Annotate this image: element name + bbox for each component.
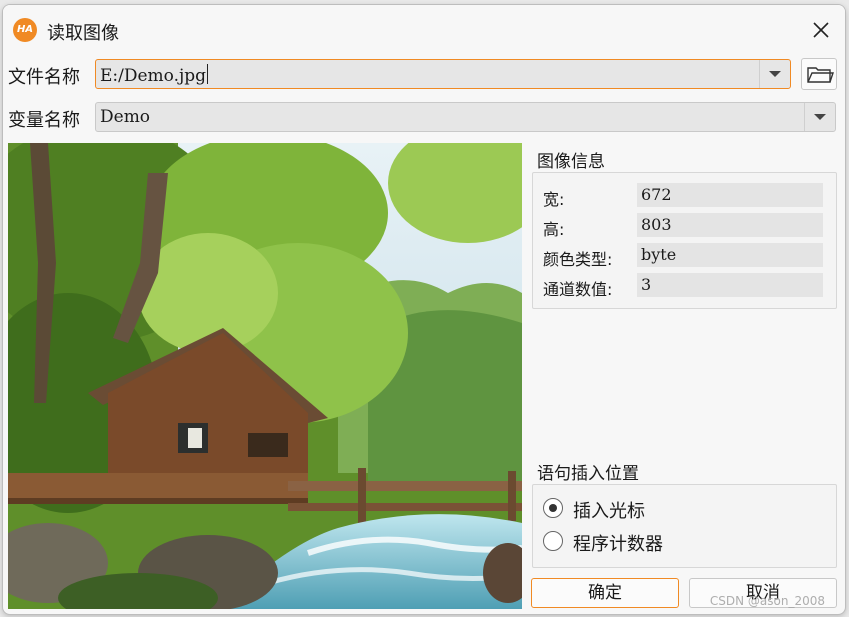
width-value: 672 [637, 183, 823, 207]
radio-button-unchecked[interactable] [543, 531, 563, 551]
height-value: 803 [637, 213, 823, 237]
text-caret [207, 64, 209, 84]
channels-label: 通道数值: [543, 280, 613, 299]
color-type-value: byte [637, 243, 823, 267]
image-info-group: 宽: 672 高: 803 颜色类型: byte 通道数值: 3 [532, 172, 837, 309]
info-row-width: 宽: 672 [543, 183, 823, 209]
width-label: 宽: [543, 190, 565, 209]
watermark: CSDN @ason_2008 [709, 594, 825, 608]
app-logo: HA [13, 18, 37, 42]
chevron-down-icon [814, 114, 826, 120]
file-name-input[interactable]: E:/Demo.jpg [100, 64, 209, 86]
file-name-label: 文件名称 [8, 67, 80, 88]
info-row-height: 高: 803 [543, 213, 823, 239]
image-preview [8, 143, 522, 609]
variable-name-value[interactable]: Demo [100, 107, 150, 127]
radio-insert-cursor[interactable]: 插入光标 [543, 495, 803, 523]
close-button[interactable] [803, 13, 839, 47]
variable-name-label: 变量名称 [8, 110, 80, 131]
file-name-dropdown-button[interactable] [759, 60, 790, 88]
variable-name-dropdown-button[interactable] [804, 103, 835, 131]
program-counter-label: 程序计数器 [573, 534, 663, 555]
radio-program-counter[interactable]: 程序计数器 [543, 528, 803, 556]
folder-open-icon [807, 67, 834, 83]
read-image-dialog: HA 读取图像 文件名称 E:/Demo.jpg 变量名称 Demo 图像信息 … [2, 4, 846, 615]
title-bar: HA 读取图像 [3, 5, 845, 53]
close-icon [813, 22, 829, 38]
file-name-combobox[interactable]: E:/Demo.jpg [95, 59, 791, 89]
variable-name-combobox[interactable]: Demo [95, 102, 836, 132]
forest-cabin-image [8, 143, 522, 609]
height-label: 高: [543, 220, 565, 239]
file-name-value: E:/Demo.jpg [100, 66, 207, 86]
radio-button-checked[interactable] [543, 498, 563, 518]
insert-position-group: 插入光标 程序计数器 [532, 484, 837, 568]
image-info-title: 图像信息 [537, 152, 605, 172]
info-row-color-type: 颜色类型: byte [543, 243, 823, 269]
browse-folder-button[interactable] [801, 58, 837, 90]
insert-position-title: 语句插入位置 [537, 464, 639, 484]
chevron-down-icon [769, 71, 781, 77]
channels-value: 3 [637, 273, 823, 297]
insert-cursor-label: 插入光标 [573, 501, 645, 522]
ok-button[interactable]: 确定 [531, 578, 679, 608]
info-row-channels: 通道数值: 3 [543, 273, 823, 299]
color-type-label: 颜色类型: [543, 250, 613, 269]
dialog-title: 读取图像 [47, 23, 119, 44]
